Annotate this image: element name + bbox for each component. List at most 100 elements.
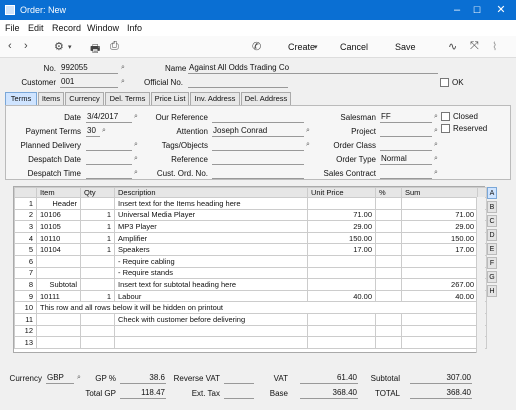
- despatch-date-paste-icon[interactable]: ⌕: [134, 155, 138, 163]
- despatch-date-field[interactable]: [86, 154, 132, 165]
- side-tab-a[interactable]: A: [487, 187, 497, 199]
- cell-description[interactable]: Check with customer before delivering: [114, 312, 308, 326]
- vat-field[interactable]: 61.40: [300, 373, 358, 384]
- grid-scrollbar[interactable]: [476, 197, 485, 353]
- cell-percent[interactable]: [375, 289, 402, 303]
- cell-percent[interactable]: [375, 324, 402, 338]
- tab-del-terms[interactable]: Del. Terms: [105, 92, 150, 105]
- cell-row-no[interactable]: 9: [14, 289, 37, 303]
- cell-row-note[interactable]: This row and all rows below it will be h…: [36, 301, 478, 314]
- cell-qty[interactable]: [80, 312, 115, 326]
- cell-row-no[interactable]: 2: [14, 208, 37, 222]
- create-dropdown-icon[interactable]: ▾: [314, 43, 318, 51]
- cell-sum[interactable]: 17.00: [401, 243, 478, 256]
- col-header-unit-price[interactable]: Unit Price: [307, 187, 376, 198]
- cell-qty[interactable]: [80, 278, 115, 291]
- reverse-vat-field[interactable]: [224, 373, 254, 384]
- salesman-field[interactable]: FF: [380, 112, 432, 123]
- cell-description[interactable]: MP3 Player: [114, 220, 308, 233]
- payment-terms-field[interactable]: 30: [86, 126, 100, 137]
- order-class-paste-icon[interactable]: ⌕: [434, 141, 438, 149]
- no-paste-icon[interactable]: ⌕: [121, 64, 125, 72]
- cell-item[interactable]: Subtotal: [36, 278, 81, 291]
- cell-percent[interactable]: [375, 336, 402, 349]
- cell-qty[interactable]: [80, 336, 115, 349]
- cell-sum[interactable]: [401, 336, 478, 349]
- cell-unit-price[interactable]: 71.00: [307, 208, 376, 222]
- reserved-checkbox[interactable]: [441, 124, 450, 133]
- cell-sum[interactable]: [401, 197, 478, 210]
- cell-percent[interactable]: [375, 254, 402, 268]
- cell-description[interactable]: Insert text for the Items heading here: [114, 197, 308, 210]
- cell-row-no[interactable]: 8: [14, 278, 37, 291]
- cell-row-no[interactable]: 7: [14, 266, 37, 280]
- cell-row-no[interactable]: 1: [14, 197, 37, 210]
- no-field[interactable]: 992055: [60, 63, 118, 74]
- customer-field[interactable]: 001: [60, 77, 118, 88]
- col-header-sum[interactable]: Sum: [401, 187, 478, 198]
- cell-qty[interactable]: [80, 197, 115, 210]
- cell-percent[interactable]: [375, 220, 402, 233]
- cell-description[interactable]: Universal Media Player: [114, 208, 308, 222]
- cell-item[interactable]: [36, 266, 81, 280]
- total-gp-field[interactable]: 118.47: [120, 388, 166, 399]
- cell-item[interactable]: [36, 312, 81, 326]
- cell-row-no[interactable]: 6: [14, 254, 37, 268]
- salesman-paste-icon[interactable]: ⌕: [434, 113, 438, 121]
- tags-objects-paste-icon[interactable]: ⌕: [306, 141, 310, 149]
- table-row[interactable]: 6 - Require cabling: [14, 254, 487, 268]
- despatch-time-paste-icon[interactable]: ⌕: [134, 169, 138, 177]
- side-tab-f[interactable]: F: [487, 257, 497, 269]
- project-field[interactable]: [380, 126, 432, 137]
- sales-contract-paste-icon[interactable]: ⌕: [434, 169, 438, 177]
- reference-field[interactable]: [212, 154, 304, 165]
- project-paste-icon[interactable]: ⌕: [434, 127, 438, 135]
- maximize-button[interactable]: ☐: [470, 3, 484, 17]
- cell-row-no[interactable]: 13: [14, 336, 37, 349]
- order-class-field[interactable]: [380, 140, 432, 151]
- cell-description[interactable]: - Require stands: [114, 266, 308, 280]
- table-row[interactable]: 3 10105 1 MP3 Player 29.00 29.00: [14, 220, 487, 233]
- cust-ord-no-field[interactable]: [212, 168, 304, 179]
- cell-row-no[interactable]: 12: [14, 324, 37, 338]
- sales-contract-field[interactable]: [380, 168, 432, 179]
- col-header-item[interactable]: Item: [36, 187, 81, 198]
- cell-row-no[interactable]: 4: [14, 231, 37, 245]
- cancel-button[interactable]: Cancel: [340, 42, 368, 52]
- side-tab-e[interactable]: E: [487, 243, 497, 255]
- table-row[interactable]: 12: [14, 324, 487, 338]
- back-icon[interactable]: ‹: [8, 40, 12, 52]
- cell-item[interactable]: 10110: [36, 231, 81, 245]
- print-icon[interactable]: 🖶: [90, 40, 100, 59]
- cell-sum[interactable]: [401, 266, 478, 280]
- tab-price-list[interactable]: Price List: [151, 92, 189, 105]
- closed-checkbox[interactable]: [441, 112, 450, 121]
- menu-edit[interactable]: Edit: [28, 23, 44, 33]
- cell-unit-price[interactable]: [307, 254, 376, 268]
- cell-description[interactable]: - Require cabling: [114, 254, 308, 268]
- cell-qty[interactable]: [80, 324, 115, 338]
- cell-qty[interactable]: [80, 254, 115, 268]
- cell-unit-price[interactable]: [307, 197, 376, 210]
- cell-percent[interactable]: [375, 197, 402, 210]
- cell-item[interactable]: 10104: [36, 243, 81, 256]
- base-field[interactable]: 368.40: [300, 388, 358, 399]
- table-row[interactable]: 10 This row and all rows below it will be…: [14, 301, 487, 314]
- cell-sum[interactable]: 40.00: [401, 289, 478, 303]
- name-field[interactable]: Against All Odds Trading Co: [188, 63, 438, 74]
- cell-sum[interactable]: 150.00: [401, 231, 478, 245]
- cell-sum[interactable]: [401, 254, 478, 268]
- gear-icon[interactable]: ⚙: [54, 40, 64, 53]
- forward-icon[interactable]: ›: [24, 40, 28, 52]
- side-tab-c[interactable]: C: [487, 215, 497, 227]
- print-preview-icon[interactable]: ⎙: [110, 40, 119, 53]
- cell-unit-price[interactable]: [307, 324, 376, 338]
- table-row[interactable]: 4 10110 1 Amplifier 150.00 150.00: [14, 231, 487, 245]
- cell-qty[interactable]: 1: [80, 243, 115, 256]
- cell-unit-price[interactable]: 29.00: [307, 220, 376, 233]
- tags-objects-field[interactable]: [212, 140, 304, 151]
- attention-paste-icon[interactable]: ⌕: [306, 127, 310, 135]
- col-header-description[interactable]: Description: [114, 187, 308, 198]
- our-reference-field[interactable]: [212, 112, 304, 123]
- cell-item[interactable]: 10106: [36, 208, 81, 222]
